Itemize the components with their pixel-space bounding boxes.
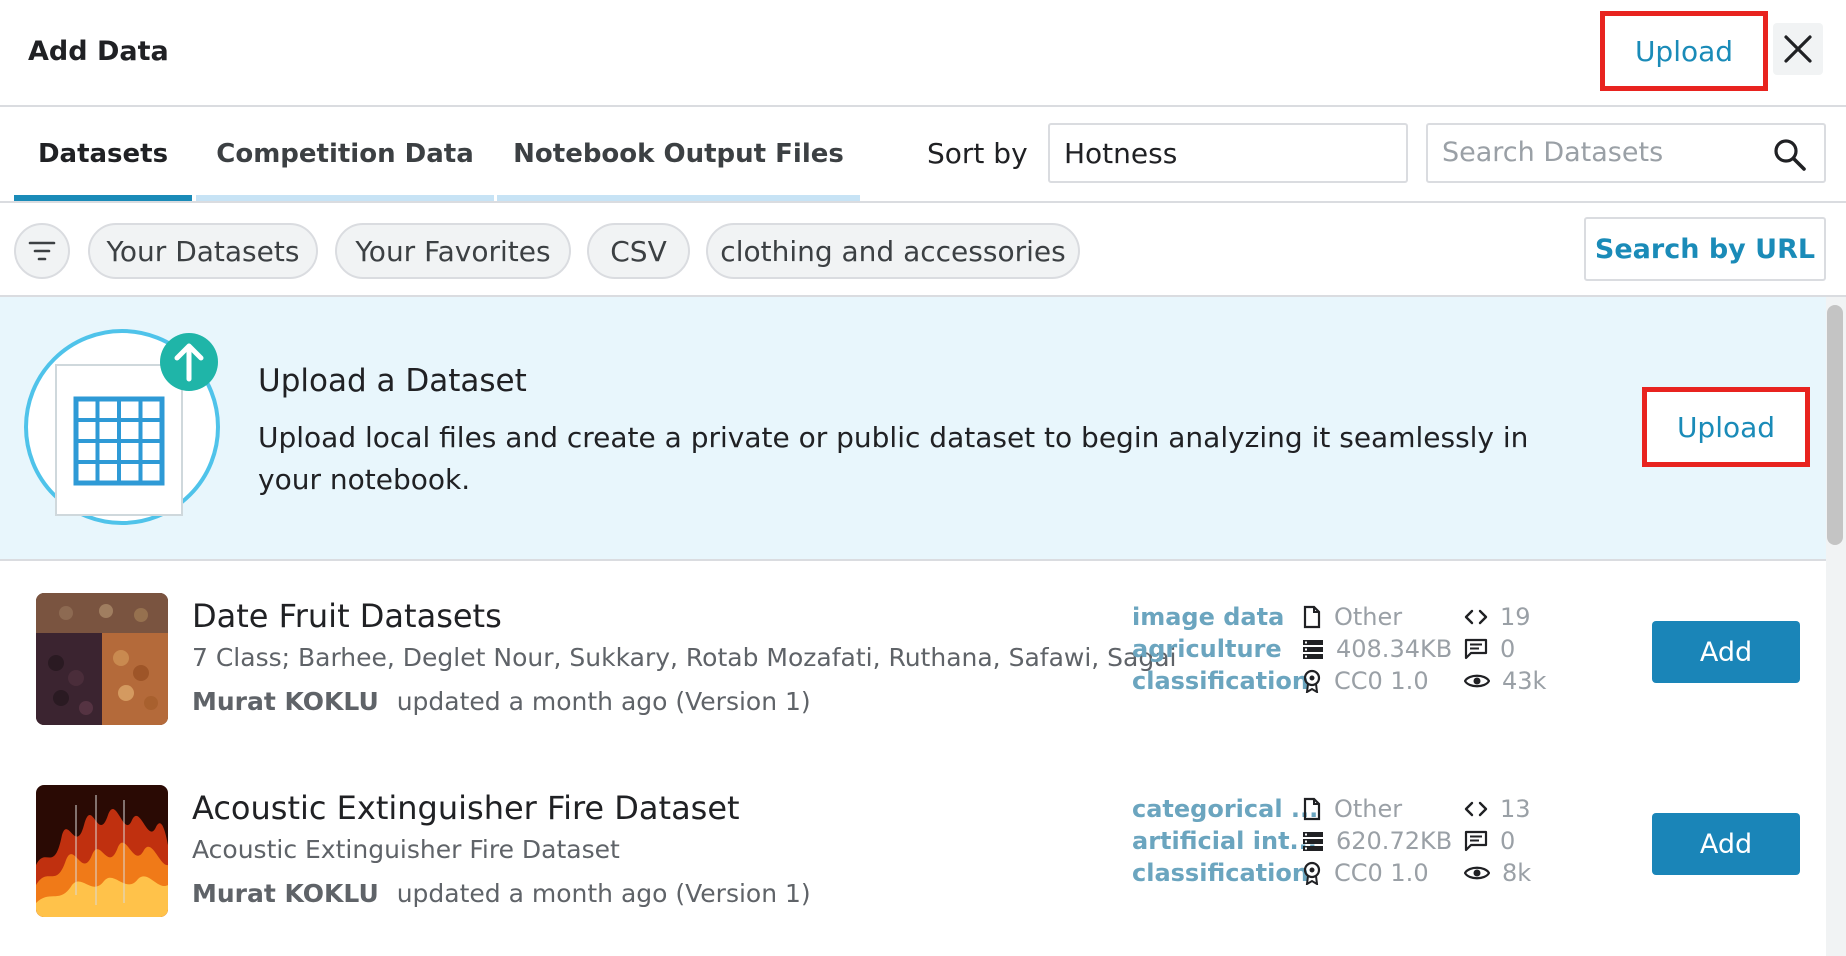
size-line: 408.34KB <box>1302 633 1452 665</box>
storage-icon <box>1303 832 1323 851</box>
dataset-tag[interactable]: agriculture <box>1132 633 1309 665</box>
tab-label: Datasets <box>37 139 169 169</box>
file-type-line: Other <box>1302 793 1452 825</box>
search-icon[interactable] <box>1772 137 1808 173</box>
dataset-updated: updated a month ago (Version 1) <box>396 879 811 908</box>
tab-underline <box>196 195 494 201</box>
code-count-line: 19 <box>1464 601 1546 633</box>
add-dataset-button[interactable]: Add <box>1652 813 1800 875</box>
tab-underline <box>14 195 192 201</box>
tab-competition-data[interactable]: Competition Data <box>196 107 494 201</box>
dataset-file-info: Other 620.72KB CC0 1.0 <box>1302 793 1452 889</box>
banner-description: Upload local files and create a private … <box>258 421 1529 496</box>
license-badge-icon <box>1303 669 1321 693</box>
tab-notebook-output-files[interactable]: Notebook Output Files <box>497 107 860 201</box>
search-input[interactable]: Search Datasets <box>1426 123 1826 183</box>
dialog-title: Add Data <box>28 36 169 67</box>
code-icon <box>1464 801 1488 817</box>
eye-icon <box>1464 674 1490 688</box>
dataset-meta: Murat KOKLU updated a month ago (Version… <box>192 687 811 716</box>
code-count: 13 <box>1500 795 1531 823</box>
close-icon <box>1784 35 1812 63</box>
dataset-subtitle: 7 Class; Barhee, Deglet Nour, Sukkary, R… <box>192 643 1177 672</box>
comment-icon <box>1464 830 1488 852</box>
comment-icon <box>1464 638 1488 660</box>
dataset-updated: updated a month ago (Version 1) <box>396 687 811 716</box>
dataset-title[interactable]: Date Fruit Datasets <box>192 597 502 635</box>
filters-bar: Your Datasets Your Favorites CSV clothin… <box>0 203 1846 297</box>
file-type: Other <box>1334 795 1403 823</box>
tab-label: Notebook Output Files <box>513 139 844 169</box>
comment-count-line: 0 <box>1464 633 1546 665</box>
chip-csv[interactable]: CSV <box>587 223 690 279</box>
chip-your-favorites[interactable]: Your Favorites <box>335 223 571 279</box>
license-badge-icon <box>1303 861 1321 885</box>
dataset-title[interactable]: Acoustic Extinguisher Fire Dataset <box>192 789 740 827</box>
views-line: 43k <box>1464 665 1546 697</box>
dataset-license: CC0 1.0 <box>1334 859 1429 887</box>
comment-count: 0 <box>1500 635 1516 663</box>
views-line: 8k <box>1464 857 1531 889</box>
dataset-stats: 19 0 43k <box>1464 601 1546 697</box>
upload-dataset-illustration <box>24 329 220 525</box>
dataset-thumbnail <box>36 785 168 917</box>
dataset-size: 408.34KB <box>1336 635 1453 663</box>
file-type-line: Other <box>1302 601 1452 633</box>
banner-upload-button[interactable]: Upload <box>1642 387 1810 467</box>
upload-banner: Upload a Dataset Upload local files and … <box>0 297 1826 561</box>
code-icon <box>1464 609 1488 625</box>
tab-label: Competition Data <box>216 139 474 169</box>
filter-button[interactable] <box>14 223 70 279</box>
tabs-bar: Datasets Competition Data Notebook Outpu… <box>0 107 1846 203</box>
filter-icon <box>28 241 56 261</box>
chip-your-datasets[interactable]: Your Datasets <box>88 223 318 279</box>
comment-count-line: 0 <box>1464 825 1531 857</box>
dataset-thumbnail <box>36 593 168 725</box>
file-icon <box>1303 797 1321 821</box>
dataset-file-info: Other 408.34KB CC0 1.0 <box>1302 601 1452 697</box>
license-line: CC0 1.0 <box>1302 857 1452 889</box>
search-placeholder: Search Datasets <box>1442 137 1664 168</box>
dataset-stats: 13 0 8k <box>1464 793 1531 889</box>
size-line: 620.72KB <box>1302 825 1452 857</box>
storage-icon <box>1303 640 1323 659</box>
dataset-tag[interactable]: artificial int... <box>1132 825 1318 857</box>
dataset-tag[interactable]: categorical ... <box>1132 793 1318 825</box>
dataset-meta: Murat KOKLU updated a month ago (Version… <box>192 879 811 908</box>
dataset-license: CC0 1.0 <box>1334 667 1429 695</box>
header-upload-button[interactable]: Upload <box>1600 11 1768 91</box>
views-count: 43k <box>1502 667 1547 695</box>
dataset-row[interactable]: Acoustic Extinguisher Fire Dataset Acous… <box>0 753 1826 943</box>
license-line: CC0 1.0 <box>1302 665 1452 697</box>
dataset-tags: categorical ... artificial int... classi… <box>1132 793 1318 889</box>
dialog-header: Add Data Upload <box>0 0 1846 107</box>
code-count-line: 13 <box>1464 793 1531 825</box>
eye-icon <box>1464 866 1490 880</box>
code-count: 19 <box>1500 603 1531 631</box>
dataset-owner[interactable]: Murat KOKLU <box>192 687 379 716</box>
dataset-tag[interactable]: classification <box>1132 665 1309 697</box>
add-dataset-button[interactable]: Add <box>1652 621 1800 683</box>
dataset-size: 620.72KB <box>1336 827 1453 855</box>
tab-underline <box>497 195 860 201</box>
dataset-subtitle: Acoustic Extinguisher Fire Dataset <box>192 835 620 864</box>
comment-count: 0 <box>1500 827 1516 855</box>
views-count: 8k <box>1502 859 1532 887</box>
dataset-tags: image data agriculture classification <box>1132 601 1309 697</box>
search-by-url-button[interactable]: Search by URL <box>1584 217 1826 281</box>
file-icon <box>1303 605 1321 629</box>
dataset-tag[interactable]: classification <box>1132 857 1318 889</box>
dataset-row[interactable]: Date Fruit Datasets 7 Class; Barhee, Deg… <box>0 561 1826 751</box>
scrollbar-thumb[interactable] <box>1827 305 1843 545</box>
sort-select[interactable]: Hotness <box>1048 123 1408 183</box>
sort-label: Sort by <box>927 137 1028 170</box>
chip-clothing-and-accessories[interactable]: clothing and accessories <box>706 223 1080 279</box>
close-button[interactable] <box>1773 23 1823 75</box>
file-type: Other <box>1334 603 1403 631</box>
dataset-owner[interactable]: Murat KOKLU <box>192 879 379 908</box>
banner-title: Upload a Dataset <box>258 363 527 399</box>
dataset-tag[interactable]: image data <box>1132 601 1309 633</box>
tab-datasets[interactable]: Datasets <box>14 107 192 201</box>
